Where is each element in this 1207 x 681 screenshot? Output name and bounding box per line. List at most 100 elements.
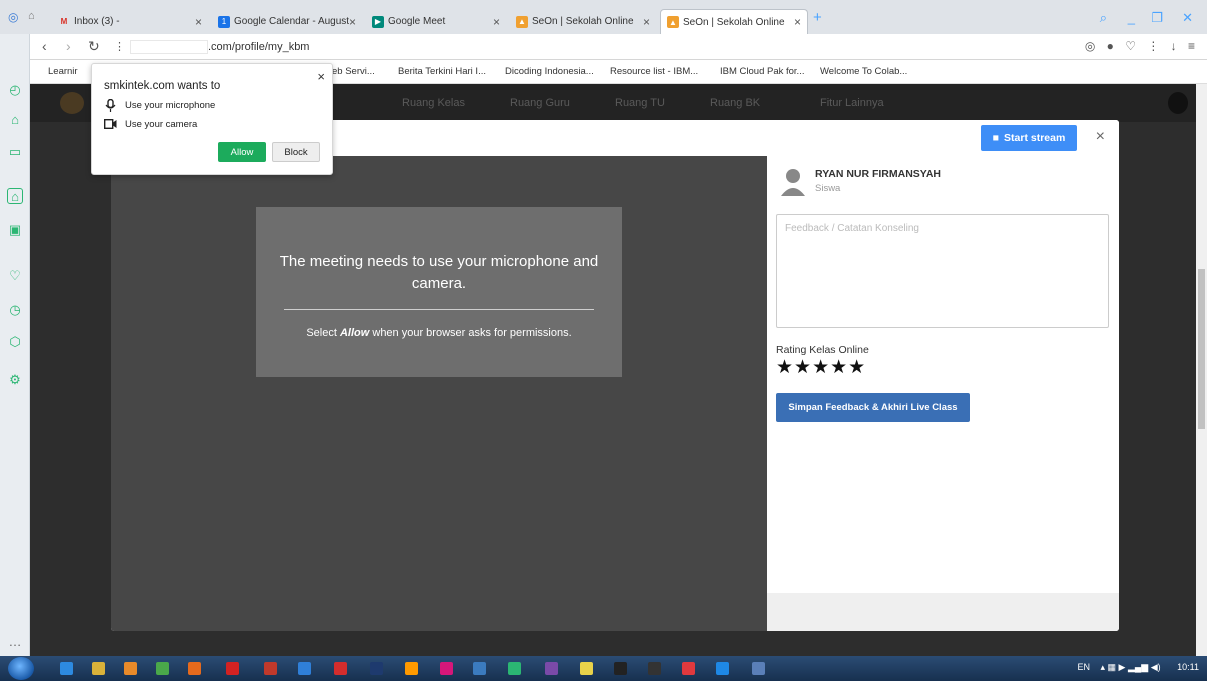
bookmark-web-services[interactable]: eb Servi...: [332, 66, 375, 77]
camera-label: Use your camera: [125, 118, 198, 130]
video-camera-icon: ■: [992, 132, 1000, 144]
illustrator-icon[interactable]: [405, 662, 418, 675]
terminal-icon[interactable]: [648, 662, 661, 675]
bookmark-resource-list[interactable]: Resource list - IBM...: [610, 66, 698, 77]
start-stream-button[interactable]: ■ Start stream: [981, 125, 1077, 151]
bookmark-colab[interactable]: Welcome To Colab...: [820, 66, 907, 77]
modal-close-button[interactable]: ×: [1096, 128, 1105, 146]
bookmark-dicoding[interactable]: Dicoding Indonesia...: [505, 66, 594, 77]
tab-calendar[interactable]: 1 Google Calendar - August ×: [212, 9, 362, 34]
tab-close-icon[interactable]: ×: [195, 15, 202, 29]
reload-icon[interactable]: ↻: [88, 38, 100, 55]
subtitle-post: when your browser asks for permissions.: [369, 327, 572, 339]
chrome-icon[interactable]: [156, 662, 169, 675]
nav-ruang-tu[interactable]: Ruang TU: [615, 97, 665, 109]
gamepad-icon[interactable]: ⌂: [28, 10, 35, 22]
pycharm-icon[interactable]: [614, 662, 627, 675]
permission-notice-title: The meeting needs to use your microphone…: [279, 253, 599, 292]
microphone-label: Use your microphone: [125, 99, 216, 111]
scrollbar-thumb[interactable]: [1198, 269, 1205, 429]
camera-icon: [104, 118, 117, 130]
download-icon[interactable]: [473, 662, 486, 675]
new-tab-button[interactable]: +: [813, 9, 822, 26]
forward-icon[interactable]: ›: [66, 38, 71, 54]
cube-icon[interactable]: ⬡: [7, 334, 23, 350]
tab-label: SeOn | Sekolah Online: [532, 16, 634, 27]
tab-label: Google Meet: [388, 16, 446, 27]
student-role: Siswa: [815, 183, 841, 194]
popup-title: smkintek.com wants to: [104, 80, 221, 92]
site-info-icon[interactable]: ⋮: [114, 40, 125, 53]
vscode-icon[interactable]: [716, 662, 729, 675]
back-icon[interactable]: ‹: [42, 38, 47, 54]
feedback-textarea[interactable]: [776, 214, 1109, 328]
clock[interactable]: 10:11: [1177, 662, 1199, 672]
close-window-icon[interactable]: ✕: [1182, 10, 1193, 26]
minimize-icon[interactable]: _: [1128, 10, 1135, 25]
opera-gx-icon[interactable]: [682, 662, 695, 675]
tab-seon-active[interactable]: ▲ SeOn | Sekolah Online ×: [660, 9, 808, 34]
language-indicator[interactable]: EN: [1078, 662, 1091, 672]
chat-icon[interactable]: ▭: [7, 144, 23, 160]
nav-fitur-lainnya[interactable]: Fitur Lainnya: [820, 97, 884, 109]
user-avatar[interactable]: [1168, 92, 1188, 114]
page-scrollbar[interactable]: [1196, 84, 1207, 656]
tab-close-icon[interactable]: ×: [794, 15, 801, 29]
browser-menu-icon[interactable]: ◎: [8, 10, 18, 24]
system-tray: EN ▴ ▦ ▶ ▂▄▆ ◀) 10:11: [1078, 662, 1200, 673]
tab-close-icon[interactable]: ×: [493, 15, 500, 29]
app-icon[interactable]: [264, 662, 277, 675]
heart-icon[interactable]: ♡: [7, 268, 23, 284]
opera-icon[interactable]: [226, 662, 239, 675]
nav-ruang-bk[interactable]: Ruang BK: [710, 97, 760, 109]
bookmark-berita[interactable]: Berita Terkini Hari I...: [398, 66, 486, 77]
tray-icons[interactable]: ▴ ▦ ▶ ▂▄▆ ◀): [1101, 662, 1161, 672]
settings-icon[interactable]: ⚙: [7, 372, 23, 388]
files-icon[interactable]: [508, 662, 521, 675]
player-icon[interactable]: ▣: [7, 222, 23, 238]
explorer-icon[interactable]: [92, 662, 105, 675]
start-button[interactable]: [8, 657, 34, 680]
search-tabs-icon[interactable]: ⌕: [1100, 10, 1107, 26]
nav-ruang-kelas[interactable]: Ruang Kelas: [402, 97, 465, 109]
tab-close-icon[interactable]: ×: [349, 15, 356, 29]
bookmark-ibm-cloud[interactable]: IBM Cloud Pak for...: [720, 66, 804, 77]
divider: [284, 309, 594, 310]
allow-button[interactable]: Allow: [218, 142, 266, 162]
tab-meet[interactable]: ▶ Google Meet ×: [366, 9, 506, 34]
media-icon[interactable]: [124, 662, 137, 675]
permission-notice-subtitle: Select Allow when your browser asks for …: [256, 327, 622, 339]
tab-inbox[interactable]: M Inbox (3) - ×: [52, 9, 208, 34]
panel-footer: [767, 593, 1119, 631]
tab-seon[interactable]: ▲ SeOn | Sekolah Online ×: [510, 9, 656, 34]
url-text: .com/profile/my_kbm: [208, 41, 310, 53]
rating-stars[interactable]: ★★★★★: [776, 356, 866, 379]
toolbar-icons[interactable]: ◎ ● ♡ ⋮ ↓ ≡: [1085, 39, 1199, 53]
clock-icon[interactable]: ◷: [7, 302, 23, 318]
permission-popup: smkintek.com wants to × Use your microph…: [91, 63, 333, 175]
photoshop-icon[interactable]: [370, 662, 383, 675]
home-icon[interactable]: ⌂: [7, 188, 23, 204]
save-feedback-button[interactable]: Simpan Feedback & Akhiri Live Class: [776, 393, 970, 422]
block-button[interactable]: Block: [272, 142, 320, 162]
virtualbox-icon[interactable]: [752, 662, 765, 675]
acrobat-icon[interactable]: [334, 662, 347, 675]
nav-ruang-guru[interactable]: Ruang Guru: [510, 97, 570, 109]
firefox-icon[interactable]: [188, 662, 201, 675]
firefox-dev-icon[interactable]: [298, 662, 311, 675]
indesign-icon[interactable]: [440, 662, 453, 675]
popup-close-icon[interactable]: ×: [317, 69, 325, 84]
bookmark-learning[interactable]: Learnir: [48, 66, 78, 77]
video-area: The meeting needs to use your microphone…: [111, 156, 767, 631]
maximize-icon[interactable]: ❐: [1151, 10, 1163, 26]
more-icon[interactable]: …: [7, 634, 23, 650]
bag-icon[interactable]: ⌂: [7, 112, 23, 128]
ie-icon[interactable]: [60, 662, 73, 675]
url-field[interactable]: .com/profile/my_kbm: [130, 38, 690, 56]
tab-close-icon[interactable]: ×: [643, 15, 650, 29]
git-icon[interactable]: [545, 662, 558, 675]
calendar-icon: 1: [218, 15, 230, 28]
speed-dial-icon[interactable]: ◴: [7, 82, 23, 98]
subtitle-emphasis: Allow: [339, 327, 370, 339]
notes-icon[interactable]: [580, 662, 593, 675]
